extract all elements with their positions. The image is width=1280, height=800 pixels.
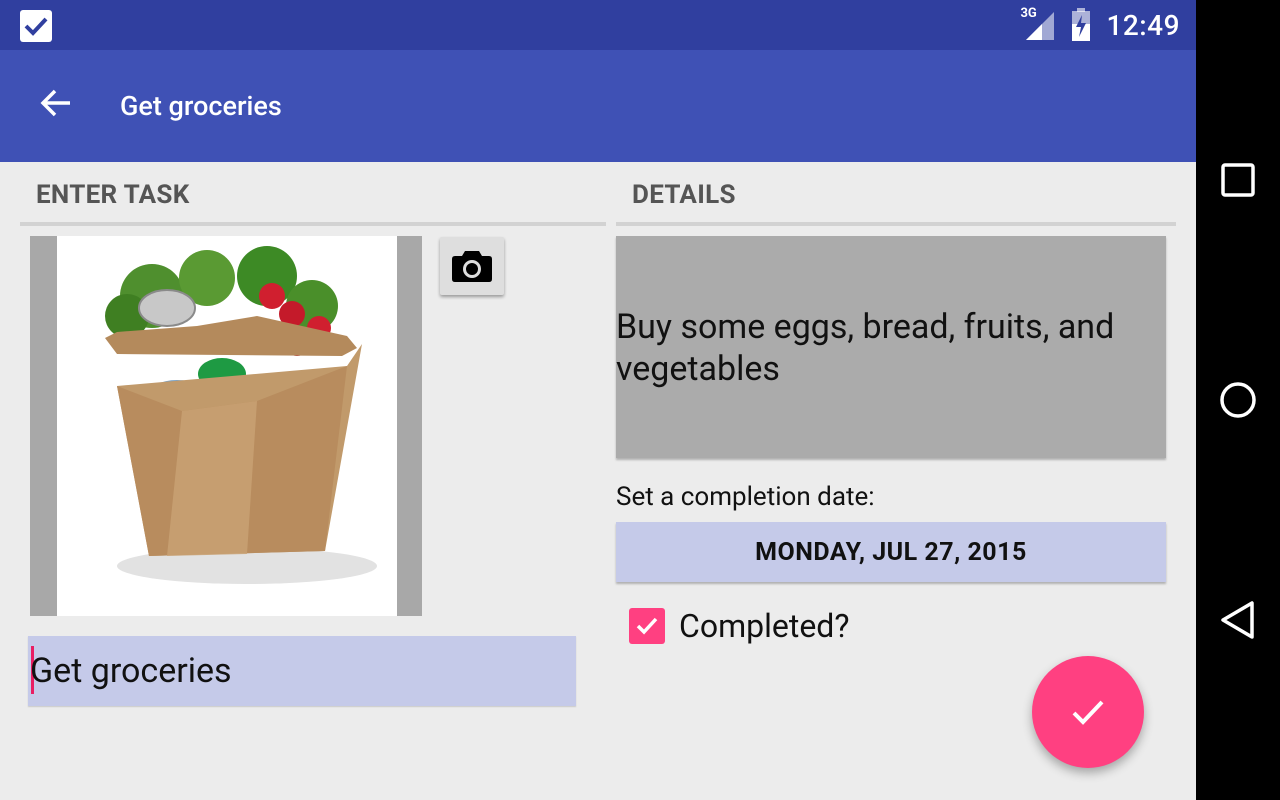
grocery-bag-image xyxy=(57,236,397,616)
completed-row: Completed? xyxy=(629,602,849,650)
home-icon xyxy=(1220,382,1256,418)
status-bar: 3G 12:49 xyxy=(0,0,1196,50)
app-title: Get groceries xyxy=(120,90,282,122)
completion-date-label: Set a completion date: xyxy=(616,482,875,512)
recent-apps-icon xyxy=(1221,163,1255,197)
camera-icon xyxy=(452,251,492,282)
home-button[interactable] xyxy=(1216,378,1260,422)
completed-checkbox[interactable] xyxy=(629,608,665,644)
details-divider xyxy=(616,222,1176,226)
back-icon xyxy=(1221,601,1254,639)
main-content: ENTER TASK Get groceries DETAILS Buy som… xyxy=(0,162,1196,800)
signal-icon: 3G xyxy=(1020,6,1056,42)
status-indicators: 3G 12:49 xyxy=(1020,0,1180,50)
completion-date-value: MONDAY, JUL 27, 2015 xyxy=(755,537,1027,567)
app-bar: Get groceries xyxy=(0,50,1196,162)
details-heading: DETAILS xyxy=(632,180,736,210)
completed-label: Completed? xyxy=(679,607,850,645)
arrow-back-icon[interactable] xyxy=(34,80,80,126)
status-time: 12:49 xyxy=(1106,8,1180,42)
task-title-input[interactable]: Get groceries xyxy=(28,636,576,706)
save-task-fab[interactable] xyxy=(1032,656,1144,768)
check-icon xyxy=(1072,700,1104,725)
navigation-bar xyxy=(1196,0,1280,800)
task-title-value: Get groceries xyxy=(30,651,232,691)
task-details-input[interactable]: Buy some eggs, bread, fruits, and vegeta… xyxy=(616,236,1166,458)
completion-date-button[interactable]: MONDAY, JUL 27, 2015 xyxy=(616,522,1166,582)
check-box-icon xyxy=(20,10,52,42)
recent-apps-button[interactable] xyxy=(1216,158,1260,202)
check-icon xyxy=(636,617,658,635)
camera-button[interactable] xyxy=(440,237,504,295)
battery-charging-icon xyxy=(1072,8,1091,41)
enter-task-divider xyxy=(20,222,606,226)
task-details-value: Buy some eggs, bread, fruits, and vegeta… xyxy=(616,307,1115,389)
task-image-frame[interactable] xyxy=(30,236,422,616)
enter-task-heading: ENTER TASK xyxy=(36,180,190,210)
back-button[interactable] xyxy=(1216,598,1260,642)
